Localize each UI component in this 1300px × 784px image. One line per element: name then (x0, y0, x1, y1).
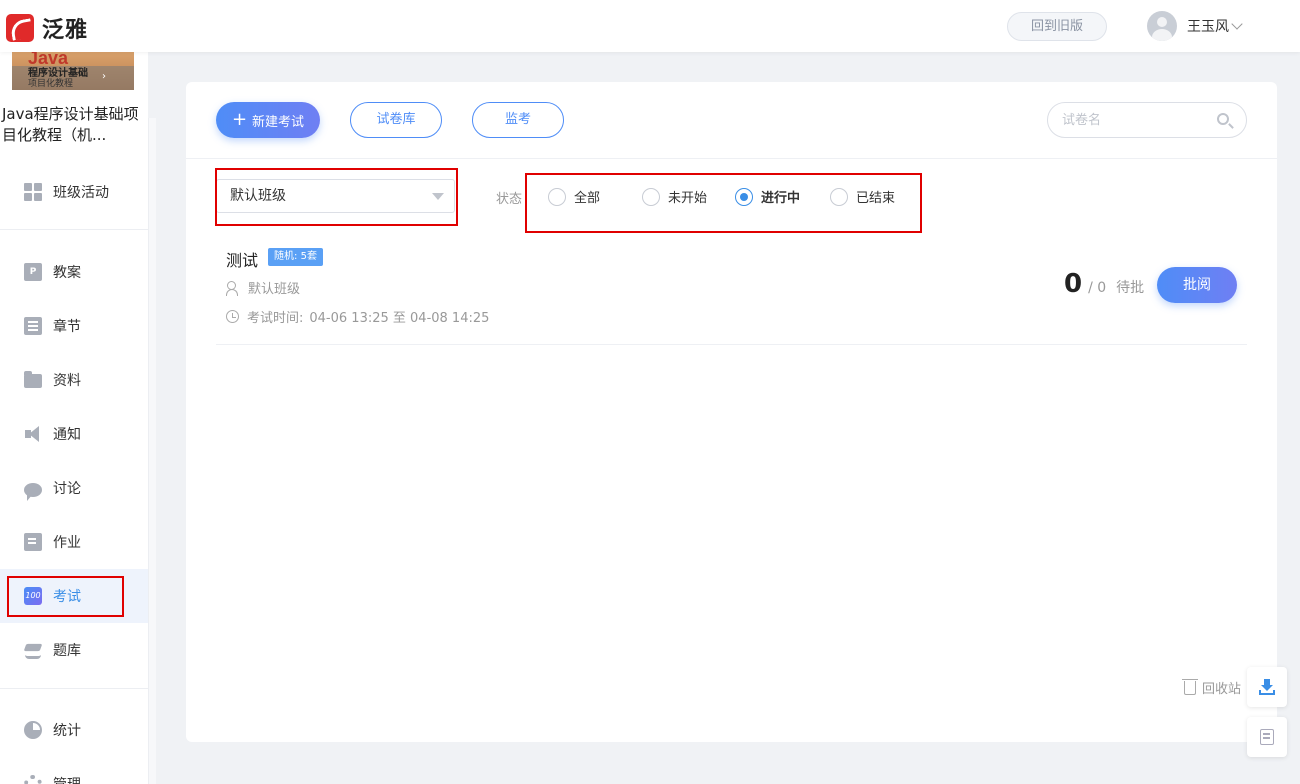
sidebar-item-label: 资料 (53, 373, 81, 389)
sidebar-item-label: 章节 (53, 319, 81, 335)
sidebar-item-discussion[interactable]: 讨论 (0, 461, 148, 515)
sidebar-item-label: 讨论 (53, 481, 81, 497)
speaker-icon (24, 425, 42, 443)
doc-icon: P (24, 263, 42, 281)
row-divider (216, 344, 1247, 345)
sidebar-item-label: 教案 (53, 265, 81, 281)
highlight-box (7, 576, 124, 617)
chaoxing-logo-icon (6, 14, 34, 42)
highlight-box (215, 168, 458, 226)
logo-text: 泛雅 (42, 18, 89, 43)
pending-label: 待批 (1116, 280, 1145, 296)
pending-counter: 0 / 0 待批 (1064, 269, 1144, 299)
trash-icon (1182, 678, 1198, 695)
feedback-button[interactable] (1247, 717, 1287, 757)
sidebar-item-label: 管理 (53, 774, 81, 784)
sidebar-item-label: 题库 (53, 643, 81, 659)
avatar (1147, 11, 1177, 41)
download-button[interactable] (1247, 667, 1287, 707)
sidebar-item-materials[interactable]: 资料 (0, 353, 148, 407)
course-title: Java程序设计基础项目化教程（机... (2, 105, 139, 144)
folder-icon (24, 371, 42, 388)
course-cover[interactable]: Java 程序设计基础 项目化教程 › (12, 52, 134, 90)
highlight-box (525, 173, 922, 233)
recycle-label: 回收站 (1202, 682, 1242, 697)
random-badge: 随机: 5套 (268, 248, 323, 266)
note-icon (1260, 729, 1274, 745)
chevron-right-icon: › (102, 71, 106, 82)
layers-icon (24, 641, 42, 659)
top-header: 泛雅 回到旧版 王玉风 (0, 0, 1300, 52)
sidebar-item-chapters[interactable]: 章节 (0, 299, 148, 353)
download-icon (1259, 679, 1275, 695)
pie-icon (24, 721, 42, 739)
search-icon[interactable] (1217, 113, 1229, 125)
new-exam-label: 新建考试 (252, 114, 305, 130)
people-icon (226, 280, 242, 296)
exam-class-name: 默认班级 (248, 282, 301, 297)
paper-bank-button[interactable]: 试卷库 (350, 102, 442, 138)
cover-subtitle-2: 项目化教程 (28, 79, 74, 89)
exam-time-range: 04-06 13:25 至 04-08 14:25 (309, 311, 490, 326)
status-label: 状态 (496, 192, 523, 207)
pending-count: 0 (1064, 269, 1083, 299)
sidebar-item-notices[interactable]: 通知 (0, 407, 148, 461)
sidebar-item-class-activity[interactable]: 班级活动 (0, 165, 148, 219)
new-exam-button[interactable]: + 新建考试 (216, 102, 320, 138)
sidebar-item-label: 统计 (53, 723, 81, 739)
sidebar-divider (0, 229, 148, 230)
plus-icon: + (231, 109, 248, 130)
review-button[interactable]: 批阅 (1157, 267, 1237, 303)
list-icon (24, 317, 42, 335)
grid-icon (24, 183, 42, 201)
exam-class: 默认班级 (226, 278, 300, 297)
clock-icon (226, 310, 239, 323)
proctor-button[interactable]: 监考 (472, 102, 564, 138)
user-name: 王玉风 (1187, 19, 1229, 35)
total-count: / 0 (1088, 280, 1107, 296)
recycle-bin-link[interactable]: 回收站 (1182, 678, 1242, 697)
exam-time: 考试时间: 04-06 13:25 至 04-08 14:25 (226, 307, 489, 326)
sidebar-item-label: 班级活动 (53, 185, 109, 201)
sidebar-item-homework[interactable]: 作业 (0, 515, 148, 569)
chevron-down-icon (1231, 18, 1243, 30)
sidebar-item-question-bank[interactable]: 题库 (0, 623, 148, 677)
gear-icon (24, 775, 42, 784)
sidebar-item-statistics[interactable]: 统计 (0, 703, 148, 757)
search-box (1047, 102, 1247, 138)
exam-panel: + 新建考试 试卷库 监考 默认班级 状态 全部 未开始 进行中 已结束 测试 … (186, 82, 1277, 742)
sidebar-item-label: 通知 (53, 427, 81, 443)
logo[interactable]: 泛雅 (6, 12, 88, 44)
sidebar-item-management[interactable]: 管理 (0, 757, 148, 784)
sidebar: Java 程序设计基础 项目化教程 › Java程序设计基础项目化教程（机...… (0, 52, 148, 784)
exam-title[interactable]: 测试 (226, 247, 258, 271)
back-to-old-version-button[interactable]: 回到旧版 (1007, 12, 1107, 41)
sidebar-scrollbar[interactable] (148, 118, 156, 784)
chat-icon (24, 483, 42, 501)
sidebar-item-label: 作业 (53, 535, 81, 551)
exam-time-label: 考试时间: (247, 311, 304, 326)
user-menu[interactable]: 王玉风 (1147, 11, 1243, 41)
sidebar-item-lesson-plan[interactable]: P 教案 (0, 245, 148, 299)
toolbar-divider (186, 158, 1277, 159)
edit-icon (24, 533, 42, 551)
sidebar-divider (0, 688, 148, 689)
search-input[interactable] (1062, 111, 1212, 129)
